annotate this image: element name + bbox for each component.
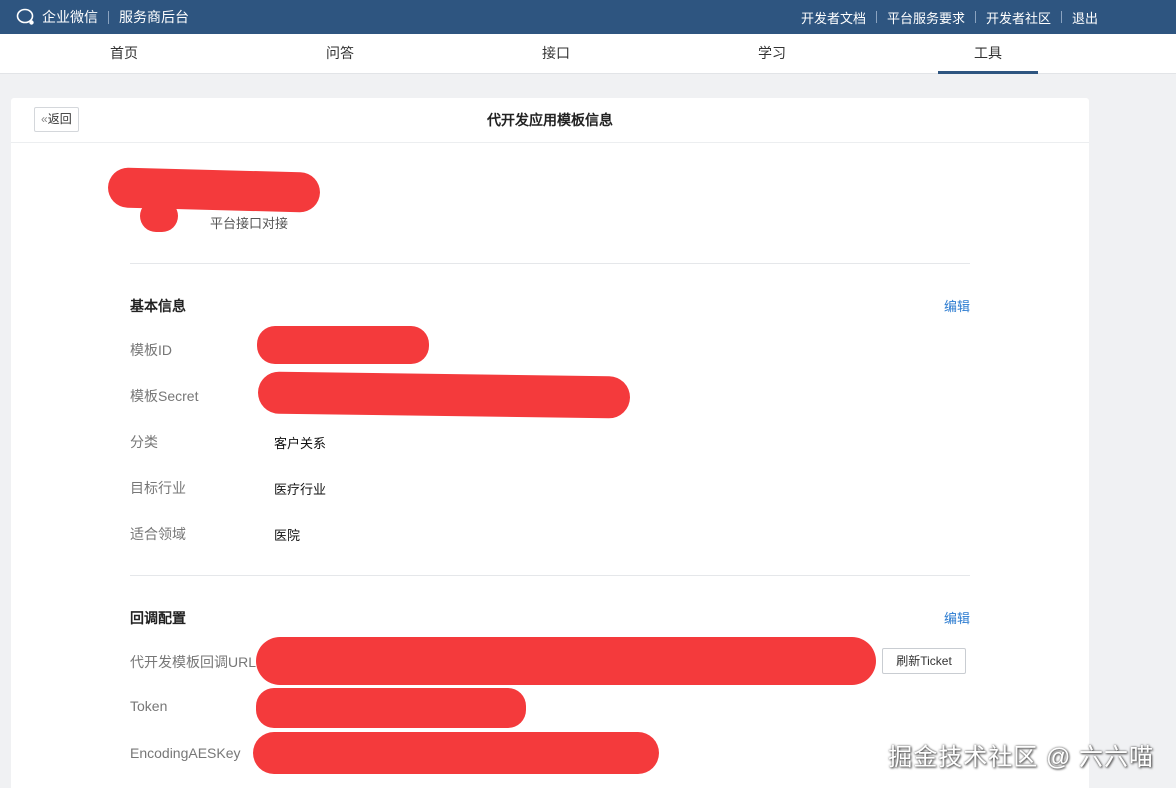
label-token: Token bbox=[130, 698, 168, 714]
main-nav: 首页 问答 接口 学习 工具 bbox=[0, 34, 1176, 74]
redacted-template-secret bbox=[257, 371, 631, 419]
wecom-logo-icon bbox=[16, 8, 34, 25]
link-logout[interactable]: 退出 bbox=[1072, 8, 1098, 27]
tab-api[interactable]: 接口 bbox=[506, 34, 606, 74]
label-suitable-field: 适合领域 bbox=[130, 526, 186, 542]
tab-qa[interactable]: 问答 bbox=[290, 34, 390, 74]
label-category: 分类 bbox=[130, 434, 158, 450]
page-title: 代开发应用模板信息 bbox=[487, 112, 613, 128]
double-chevron-left-icon: « bbox=[41, 112, 48, 126]
tab-learn[interactable]: 学习 bbox=[722, 34, 822, 74]
link-dev-community[interactable]: 开发者社区 bbox=[986, 8, 1051, 27]
label-callback-url: 代开发模板回调URL bbox=[130, 654, 257, 670]
label-encoding-aes-key: EncodingAESKey bbox=[130, 745, 241, 761]
refresh-ticket-button[interactable]: 刷新Ticket bbox=[882, 648, 966, 674]
redacted-app-icon bbox=[140, 200, 178, 232]
top-bar: 企业微信 服务商后台 开发者文档 平台服务要求 开发者社区 退出 bbox=[0, 0, 1176, 34]
link-platform-requirements[interactable]: 平台服务要求 bbox=[887, 8, 965, 27]
value-target-industry: 医疗行业 bbox=[274, 482, 327, 497]
redacted-encoding-aes-key bbox=[253, 732, 659, 774]
redacted-callback-url bbox=[256, 637, 876, 685]
link-divider bbox=[974, 11, 976, 23]
label-template-id: 模板ID bbox=[130, 342, 172, 358]
divider bbox=[130, 263, 970, 264]
back-button[interactable]: «返回 bbox=[34, 107, 79, 132]
link-dev-docs[interactable]: 开发者文档 bbox=[801, 8, 866, 27]
divider bbox=[130, 575, 970, 576]
back-button-label: 返回 bbox=[47, 112, 72, 126]
section-title-callback: 回调配置 bbox=[130, 610, 186, 626]
brand-section: 服务商后台 bbox=[119, 9, 189, 25]
app-subtitle: 平台接口对接 bbox=[210, 216, 289, 231]
brand-name: 企业微信 bbox=[42, 9, 98, 25]
edit-callback-link[interactable]: 编辑 bbox=[944, 608, 970, 627]
edit-basic-link[interactable]: 编辑 bbox=[944, 296, 970, 315]
value-category: 客户关系 bbox=[274, 436, 327, 451]
watermark: 掘金技术社区 @ 六六喵 bbox=[888, 744, 1154, 771]
redacted-token bbox=[256, 688, 526, 728]
label-template-secret: 模板Secret bbox=[130, 388, 199, 404]
card-header: 代开发应用模板信息 «返回 bbox=[11, 98, 1089, 143]
brand-divider bbox=[108, 10, 109, 24]
tab-tools[interactable]: 工具 bbox=[938, 34, 1038, 74]
section-title-basic: 基本信息 bbox=[130, 298, 186, 314]
tab-home[interactable]: 首页 bbox=[74, 34, 174, 74]
link-divider bbox=[875, 11, 877, 23]
value-suitable-field: 医院 bbox=[274, 528, 301, 543]
top-links: 开发者文档 平台服务要求 开发者社区 退出 bbox=[801, 0, 1098, 34]
label-target-industry: 目标行业 bbox=[130, 480, 186, 496]
redacted-app-name bbox=[107, 167, 321, 213]
link-divider bbox=[1060, 11, 1062, 23]
redacted-template-id bbox=[257, 326, 429, 364]
brand-logo[interactable]: 企业微信 服务商后台 bbox=[16, 0, 189, 34]
